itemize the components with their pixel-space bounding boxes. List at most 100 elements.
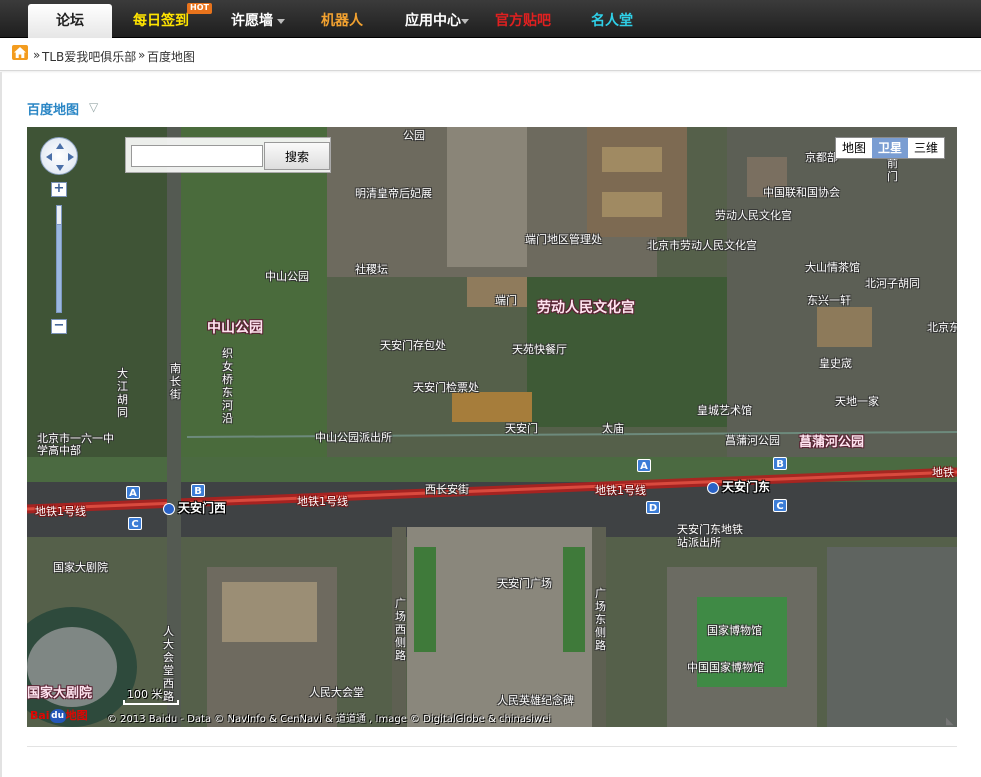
metro-line-label: 地铁 [932, 466, 954, 479]
nav-tab-robot[interactable]: 机器人 [312, 4, 372, 38]
map-label: 国家博物馆 [707, 624, 762, 637]
left-border [0, 72, 2, 777]
map-label: 皇史宬 [819, 357, 852, 370]
metro-line-label: 地铁1号线 [35, 505, 86, 518]
zoom-out-button[interactable]: − [51, 319, 67, 334]
pan-arrows-icon [46, 143, 74, 171]
section-toggle-icon[interactable]: ▽ [89, 100, 98, 114]
map-label: 中山公园派出所 [315, 431, 392, 444]
station-label[interactable]: 天安门西 [163, 499, 226, 516]
baidu-map[interactable]: 公园 明清皇帝后妃展 京都部 中国联和国协会 劳动人民文化宫 端门地区管理处 北… [27, 127, 957, 727]
map-label: 天安门检票处 [413, 381, 479, 394]
zoom-in-button[interactable]: + [51, 182, 67, 197]
station-label[interactable]: 天安门东 [707, 478, 770, 495]
map-label: 端门 [495, 294, 517, 307]
map-label: 劳动人民文化宫 [715, 209, 792, 222]
nav-tab-wishwall[interactable]: 许愿墙 [222, 4, 294, 38]
baidu-logo-text: Bai [30, 709, 50, 722]
road-label: 南长街 [170, 362, 181, 401]
map-label: 菖蒲河公园 [725, 434, 780, 447]
metro-exit-b[interactable]: B [773, 457, 787, 470]
metro-exit-c[interactable]: C [773, 499, 787, 512]
metro-exit-b[interactable]: B [191, 484, 205, 497]
breadcrumb: » TLB爱我吧俱乐部 » 百度地图 [0, 39, 981, 71]
map-label: 天安门广场 [497, 577, 552, 590]
home-icon[interactable] [12, 45, 28, 60]
map-label: 中山公园 [265, 270, 309, 283]
road-label: 人大会堂西路 [163, 625, 174, 703]
nav-tab-label: 官方贴吧 [495, 13, 551, 29]
breadcrumb-club-link[interactable]: TLB爱我吧俱乐部 [42, 48, 136, 65]
nav-tab-checkin[interactable]: 每日签到 HOT [126, 3, 212, 38]
road-label: 广场西侧路 [395, 597, 406, 662]
map-search-panel: 搜索 [125, 137, 331, 173]
road-label: 织女桥东河沿 [222, 347, 233, 425]
bottom-divider [27, 746, 957, 747]
breadcrumb-current-page: 百度地图 [147, 50, 196, 64]
map-label: 中国联和国协会 [763, 186, 840, 199]
breadcrumb-separator: » [33, 48, 41, 62]
map-label: 公园 [403, 129, 425, 142]
map-label: 天安门东地铁站派出所 [677, 523, 743, 549]
metro-icon [707, 481, 719, 494]
station-west-name: 天安门西 [178, 501, 227, 515]
map-label: 前门 [887, 157, 898, 183]
baidu-paw-icon: du [49, 709, 66, 723]
scale-bar [123, 700, 179, 705]
breadcrumb-separator: » [138, 48, 146, 62]
map-label: 明清皇帝后妃展 [355, 187, 432, 200]
metro-exit-c[interactable]: C [128, 517, 142, 530]
metro-line-label: 地铁1号线 [595, 484, 646, 497]
nav-tab-tieba[interactable]: 官方贴吧 [488, 4, 558, 38]
section-title[interactable]: 百度地图 [27, 99, 79, 118]
nav-tab-label: 名人堂 [591, 13, 633, 29]
map-label: 人民大会堂 [309, 686, 364, 699]
map-label: 东兴一轩 [807, 294, 851, 307]
map-label: 天地一家 [835, 395, 879, 408]
metro-exit-a[interactable]: A [126, 486, 140, 499]
nav-tab-halloffame[interactable]: 名人堂 [582, 4, 642, 38]
baidu-logo-map: 地图 [65, 709, 88, 722]
map-label: 端门地区管理处 [525, 233, 602, 246]
map-label: 太庙 [602, 422, 624, 435]
map-label: 北河子胡同 [865, 277, 920, 290]
map-label: 北京市劳动人民文化宫 [647, 239, 757, 252]
metro-exit-d[interactable]: D [646, 501, 660, 514]
resize-handle-icon[interactable]: ◣ [946, 716, 954, 727]
chevron-down-icon [461, 18, 469, 24]
zoom-slider-fill [56, 205, 62, 225]
map-type-switch: 地图 卫星 三维 [835, 137, 945, 159]
map-search-input[interactable] [131, 145, 263, 167]
baidu-logo: Bai du 地图 [30, 707, 88, 723]
map-label-major: 国家大剧院 [27, 686, 93, 701]
map-label: 大山情茶馆 [805, 261, 860, 274]
station-east-name: 天安门东 [722, 480, 771, 494]
map-type-satellite[interactable]: 卫星 [872, 138, 908, 158]
map-pan-control[interactable] [40, 137, 78, 175]
map-label: 人民英雄纪念碑 [497, 694, 574, 707]
nav-tab-appcenter[interactable]: 应用中心 [397, 4, 477, 38]
road-label: 西长安街 [425, 483, 469, 496]
map-type-3d[interactable]: 三维 [908, 138, 944, 158]
map-label: 中国国家博物馆 [687, 661, 764, 674]
map-label-major: 劳动人民文化宫 [537, 300, 635, 316]
map-label: 北京市一六一中学高中部 [37, 432, 114, 457]
map-label: 北京东 [927, 321, 957, 334]
map-copyright: © 2013 Baidu - Data © NavInfo & CenNavi … [107, 714, 552, 725]
map-label: 京都部 [805, 151, 838, 164]
metro-exit-a[interactable]: A [637, 459, 651, 472]
nav-tab-label: 应用中心 [405, 13, 461, 29]
metro-icon [163, 502, 175, 515]
hot-badge: HOT [187, 3, 212, 14]
map-label: 国家大剧院 [53, 561, 108, 574]
map-search-button[interactable]: 搜索 [264, 142, 330, 170]
chevron-down-icon [277, 18, 285, 24]
nav-tab-forum[interactable]: 论坛 [28, 4, 112, 38]
nav-tab-label: 机器人 [321, 13, 363, 29]
nav-tab-label: 每日签到 [133, 13, 189, 29]
top-navigation: 论坛 每日签到 HOT 许愿墙 机器人 应用中心 官方贴吧 名人堂 [0, 0, 981, 38]
map-type-normal[interactable]: 地图 [836, 138, 872, 158]
map-label-major: 中山公园 [207, 320, 263, 336]
map-label-major: 菖蒲河公园 [799, 435, 865, 450]
road-label: 广场东侧路 [595, 587, 606, 652]
